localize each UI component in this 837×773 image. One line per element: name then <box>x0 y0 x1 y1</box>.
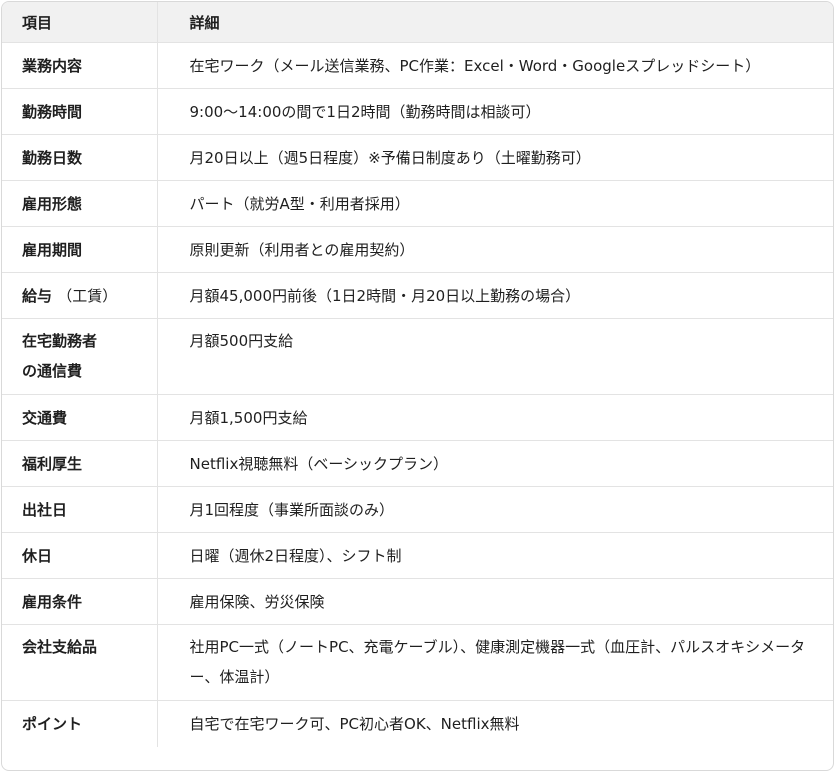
table-row: 給与 （工賃） 月額45,000円前後（1日2時間・月20日以上勤務の場合） <box>2 272 833 319</box>
row-label: 交通費 <box>2 394 157 441</box>
row-label: 会社支給品 <box>2 624 157 701</box>
job-info-table: 項目 詳細 業務内容 在宅ワーク（メール送信業務、PC作業：Excel・Word… <box>2 2 833 747</box>
table-row: ポイント 自宅で在宅ワーク可、PC初心者OK、Netflix無料 <box>2 700 833 747</box>
row-label: 休日 <box>2 532 157 579</box>
row-label: 出社日 <box>2 486 157 533</box>
table-row: 会社支給品 社用PC一式（ノートPC、充電ケーブル）、健康測定機器一式（血圧計、… <box>2 624 833 701</box>
table-row: 業務内容 在宅ワーク（メール送信業務、PC作業：Excel・Word・Googl… <box>2 42 833 89</box>
table-header-row: 項目 詳細 <box>2 2 833 43</box>
table-row: 雇用形態 パート（就労A型・利用者採用） <box>2 180 833 227</box>
table-row: 勤務日数 月20日以上（週5日程度）※予備日制度あり（土曜勤務可） <box>2 134 833 181</box>
row-detail: 原則更新（利用者との雇用契約） <box>156 226 833 273</box>
row-label-main: 給与 <box>22 287 53 305</box>
row-detail: 月額1,500円支給 <box>156 394 833 441</box>
table-row: 雇用期間 原則更新（利用者との雇用契約） <box>2 226 833 273</box>
row-label-line1: 在宅勤務者 <box>22 332 98 350</box>
table-row: 勤務時間 9:00〜14:00の間で1日2時間（勤務時間は相談可） <box>2 88 833 135</box>
row-detail: パート（就労A型・利用者採用） <box>156 180 833 227</box>
row-label-line2: の通信費 <box>22 362 83 380</box>
row-label: 雇用形態 <box>2 180 157 227</box>
row-detail: 在宅ワーク（メール送信業務、PC作業：Excel・Word・Googleスプレッ… <box>156 42 833 89</box>
row-label: 業務内容 <box>2 42 157 89</box>
row-label: 給与 （工賃） <box>2 272 157 319</box>
header-detail: 詳細 <box>156 2 833 43</box>
row-detail: 日曜（週休2日程度）、シフト制 <box>156 532 833 579</box>
row-label-sub: （工賃） <box>57 287 118 305</box>
table-row: 雇用条件 雇用保険、労災保険 <box>2 578 833 625</box>
row-label: ポイント <box>22 715 83 734</box>
header-item: 項目 <box>2 2 157 43</box>
job-info-table-container: 項目 詳細 業務内容 在宅ワーク（メール送信業務、PC作業：Excel・Word… <box>1 1 834 771</box>
row-label: 福利厚生 <box>2 440 157 487</box>
row-detail: 自宅で在宅ワーク可、PC初心者OK、Netflix無料 <box>156 700 833 747</box>
row-label: 雇用条件 <box>2 578 157 625</box>
table-row: 休日 日曜（週休2日程度）、シフト制 <box>2 532 833 579</box>
row-detail: 月20日以上（週5日程度）※予備日制度あり（土曜勤務可） <box>156 134 833 181</box>
row-detail: 9:00〜14:00の間で1日2時間（勤務時間は相談可） <box>156 88 833 135</box>
table-row: 在宅勤務者の通信費 月額500円支給 <box>2 318 833 395</box>
row-detail: 雇用保険、労災保険 <box>156 578 833 625</box>
table-row: 福利厚生 Netflix視聴無料（ベーシックプラン） <box>2 440 833 487</box>
table-row: 交通費 月額1,500円支給 <box>2 394 833 441</box>
row-detail: 月1回程度（事業所面談のみ） <box>156 486 833 533</box>
row-label: 勤務時間 <box>2 88 157 135</box>
row-detail: 月額500円支給 <box>156 318 833 395</box>
row-label: 雇用期間 <box>2 226 157 273</box>
row-detail: 月額45,000円前後（1日2時間・月20日以上勤務の場合） <box>156 272 833 319</box>
row-detail: 社用PC一式（ノートPC、充電ケーブル）、健康測定機器一式（血圧計、パルスオキシ… <box>156 624 833 701</box>
table-row: 出社日 月1回程度（事業所面談のみ） <box>2 486 833 533</box>
row-label: 在宅勤務者 の通信費 <box>2 318 157 395</box>
row-label: 勤務日数 <box>2 134 157 181</box>
row-detail: Netflix視聴無料（ベーシックプラン） <box>156 440 833 487</box>
